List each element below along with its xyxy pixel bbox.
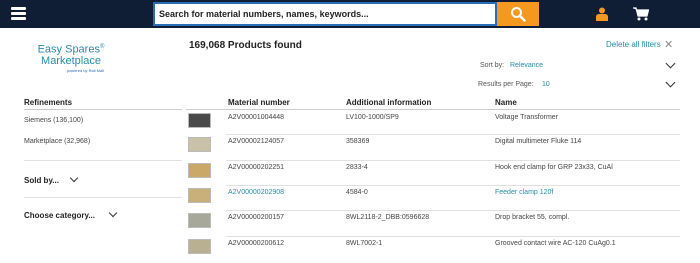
material-number-cell[interactable]: A2V00000200157 [228,213,284,222]
facet-marketplace[interactable]: Marketplace (32,968) [24,138,90,145]
column-header-name[interactable]: Name [495,98,517,107]
search-bar [153,2,539,26]
products-found-count: 169,068 Products found [189,40,302,51]
material-number-cell[interactable]: A2V00000202251 [228,163,284,172]
column-header-material-number[interactable]: Material number [228,98,290,107]
chevron-down-icon[interactable] [665,58,676,69]
product-name-cell[interactable]: Feeder clamp 120f [495,188,635,197]
column-header-additional-information[interactable]: Additional information [346,98,431,107]
product-thumbnail[interactable] [188,239,211,254]
magnifier-icon [511,7,526,22]
additional-information-cell: 358369 [346,138,370,145]
close-icon[interactable]: ✕ [664,38,673,51]
product-name-cell[interactable]: Voltage Transformer [495,113,635,122]
refinements-heading: Refinements [24,98,73,107]
sort-by-label: Sort by: [480,62,505,69]
product-thumbnail[interactable] [188,113,211,128]
top-navigation-bar [0,0,700,28]
product-name-cell[interactable]: Hook end clamp for GRP 23x33, CuAl [495,163,635,172]
product-name-cell[interactable]: Drop bracket 55, compl. [495,213,635,222]
shopping-cart-icon[interactable] [633,7,649,21]
choose-category-dropdown[interactable]: Choose category... [24,211,95,220]
product-thumbnail[interactable] [188,137,211,152]
results-per-page-label: Results per Page: [478,81,534,88]
divider [24,160,182,161]
additional-information-cell: LV100-1000/SP9 [346,114,399,121]
product-thumbnail[interactable] [188,163,211,178]
table-row[interactable]: A2V00000202251 2833-4 Hook end clamp for G… [186,160,680,185]
product-thumbnail[interactable] [188,188,211,203]
material-number-cell[interactable]: A2V00000200612 [228,239,284,248]
results-per-page-value[interactable]: 10 [542,81,550,88]
user-icon[interactable] [596,7,608,21]
easy-spares-logo[interactable]: Easy Spares® Marketplace powered by Rail… [26,42,116,73]
chevron-down-icon[interactable] [69,173,79,183]
additional-information-cell: 8WL2118-2_DBB:0596628 [346,214,430,221]
product-thumbnail[interactable] [188,213,211,228]
facet-siemens[interactable]: Siemens (136,100) [24,117,83,124]
additional-information-cell: 8WL7002-1 [346,240,383,247]
table-row[interactable]: A2V00002124057 358369 Digital multimeter F… [186,134,680,160]
chevron-down-icon[interactable] [665,77,676,88]
delete-all-filters-link[interactable]: Delete all filters [606,40,661,49]
additional-information-cell: 4584-0 [346,189,368,196]
material-number-cell[interactable]: A2V00002124057 [228,137,284,146]
divider [24,109,182,110]
chevron-down-icon[interactable] [108,208,118,218]
divider [24,197,182,198]
additional-information-cell: 2833-4 [346,164,368,171]
product-name-cell[interactable]: Digital multimeter Fluke 114 [495,137,635,146]
sort-by-value[interactable]: Relevance [510,62,543,69]
sold-by-dropdown[interactable]: Sold by... [24,176,59,185]
table-row[interactable]: A2V00001004448 LV100-1000/SP9 Voltage Tran… [186,110,680,134]
hamburger-menu-icon[interactable] [11,7,26,20]
table-row[interactable]: A2V00000200157 8WL2118-2_DBB:0596628 Drop … [186,210,680,236]
table-row[interactable]: A2V00000200612 8WL7002-1 Grooved contact w… [186,236,680,263]
product-name-cell[interactable]: Grooved contact wire AC-120 CuAg0.1 [495,239,635,248]
material-number-cell[interactable]: A2V00001004448 [228,113,284,122]
search-button[interactable] [497,2,539,26]
search-input[interactable] [153,2,497,26]
material-number-cell[interactable]: A2V00000202908 [228,188,284,197]
table-row[interactable]: A2V00000202908 4584-0 Feeder clamp 120f [186,185,680,210]
